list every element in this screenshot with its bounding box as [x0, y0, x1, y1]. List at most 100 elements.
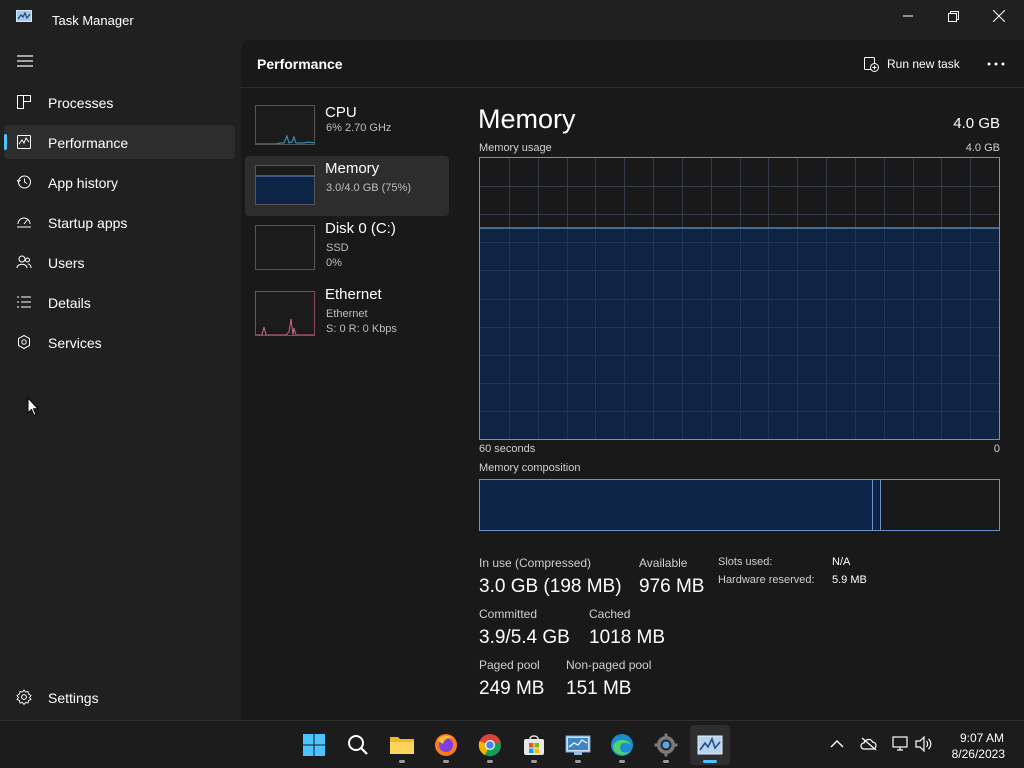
nav-item-details[interactable]: Details — [4, 285, 235, 319]
cached-value: 1018 MB — [589, 627, 666, 648]
settings-icon — [16, 689, 32, 705]
title-bar: Task Manager — [0, 0, 1024, 40]
onedrive-button[interactable] — [860, 735, 878, 753]
restore-icon — [947, 10, 959, 22]
chrome-button[interactable] — [470, 725, 510, 765]
memory-usage-graph — [479, 157, 1000, 440]
nav-item-users[interactable]: Users — [4, 245, 235, 279]
network-icon — [892, 736, 908, 751]
restore-button[interactable] — [930, 0, 976, 32]
running-indicator — [531, 760, 537, 763]
services-icon — [18, 334, 30, 350]
running-indicator — [399, 760, 405, 763]
control-panel-icon — [565, 735, 591, 755]
volume-button[interactable] — [915, 735, 933, 753]
task-manager-button[interactable] — [690, 725, 730, 765]
file-explorer-icon — [390, 737, 414, 754]
memory-composition-bar — [479, 479, 1000, 531]
memory-thumbnail-graph — [255, 165, 315, 205]
detail-title: Memory — [478, 104, 576, 134]
axis-min-label: 0 — [993, 443, 1000, 455]
cached-label: Cached — [589, 607, 631, 621]
nav-item-processes[interactable]: Processes — [4, 85, 235, 119]
resource-name: Disk 0 (C:) — [325, 220, 396, 237]
control-panel-button[interactable] — [558, 725, 598, 765]
resource-name: Ethernet — [325, 286, 382, 303]
nav-item-services[interactable]: Services — [4, 325, 235, 359]
run-task-icon — [864, 57, 879, 72]
nav-item-performance[interactable]: Performance — [4, 125, 235, 159]
store-icon — [524, 735, 544, 755]
resource-detail: SSD — [326, 242, 349, 254]
resource-name: Memory — [325, 160, 380, 177]
nav-item-app-history[interactable]: App history — [4, 165, 235, 199]
slots-used-label: Slots used: — [718, 556, 773, 568]
resource-item-memory[interactable]: Memory 3.0/4.0 GB (75%) — [245, 156, 449, 216]
settings-gear-icon — [654, 733, 678, 757]
settings-button[interactable] — [646, 725, 686, 765]
nav-item-label: Performance — [48, 135, 129, 151]
resource-item-cpu[interactable]: CPU 6% 2.70 GHz — [245, 100, 449, 160]
total-memory: 4.0 GB — [953, 115, 1000, 132]
composition-modified — [873, 480, 879, 530]
clock-date[interactable]: 8/26/2023 — [952, 747, 1005, 761]
time-span-label: 60 seconds — [479, 443, 536, 455]
resource-detail: Ethernet — [326, 308, 368, 320]
non-paged-pool-label: Non-paged pool — [566, 658, 652, 672]
network-button[interactable] — [892, 735, 910, 753]
more-options-icon[interactable] — [985, 54, 1007, 74]
firefox-icon — [435, 734, 457, 756]
running-indicator — [575, 760, 581, 763]
nav-item-settings[interactable]: Settings — [4, 680, 235, 714]
nav-item-label: Services — [48, 335, 102, 351]
main-pane: Performance Run new task CPU 6% 2.70 GHz — [241, 40, 1024, 720]
paged-pool-label: Paged pool — [479, 658, 540, 672]
details-icon — [17, 296, 31, 308]
committed-value: 3.9/5.4 GB — [479, 627, 570, 648]
show-hidden-icons-button[interactable] — [828, 735, 846, 753]
file-explorer-button[interactable] — [382, 725, 422, 765]
chevron-up-icon — [830, 740, 844, 748]
store-button[interactable] — [514, 725, 554, 765]
clock-time[interactable]: 9:07 AM — [960, 731, 1004, 745]
resource-detail: S: 0 R: 0 Kbps — [326, 323, 397, 335]
slots-used-value: N/A — [832, 556, 851, 568]
running-indicator — [487, 760, 493, 763]
nav-item-label: Settings — [48, 690, 99, 706]
memory-composition-label: Memory composition — [479, 462, 581, 474]
chrome-icon — [478, 734, 501, 757]
nav-item-startup-apps[interactable]: Startup apps — [4, 205, 235, 239]
edge-button[interactable] — [602, 725, 642, 765]
edge-icon — [611, 734, 633, 756]
resource-item-disk[interactable]: Disk 0 (C:) SSD 0% — [245, 216, 449, 276]
resource-item-ethernet[interactable]: Ethernet Ethernet S: 0 R: 0 Kbps — [245, 282, 449, 342]
start-button[interactable] — [294, 725, 334, 765]
firefox-button[interactable] — [426, 725, 466, 765]
taskbar: 9:07 AM 8/26/2023 — [0, 720, 1024, 768]
resource-detail: 6% 2.70 GHz — [326, 122, 392, 134]
ethernet-thumbnail-graph — [255, 291, 315, 336]
cloud-offline-icon — [860, 737, 877, 751]
nav-item-label: Processes — [48, 95, 114, 111]
volume-icon — [915, 736, 932, 752]
composition-in-use — [480, 480, 872, 530]
run-new-task-button[interactable]: Run new task — [863, 54, 960, 74]
minimize-button[interactable] — [885, 0, 931, 32]
close-button[interactable] — [976, 0, 1022, 32]
paged-pool-value: 249 MB — [479, 678, 545, 699]
nav-item-label: Details — [48, 295, 91, 311]
hamburger-menu-icon[interactable] — [16, 54, 34, 68]
search-icon — [348, 735, 368, 755]
disk-thumbnail-graph — [255, 225, 315, 270]
nav-item-label: Startup apps — [48, 215, 128, 231]
users-icon — [16, 255, 32, 269]
startup-icon — [17, 217, 31, 228]
running-indicator — [443, 760, 449, 763]
mouse-cursor-icon — [27, 397, 39, 417]
hardware-reserved-label: Hardware reserved: — [718, 574, 815, 586]
search-button[interactable] — [338, 725, 378, 765]
running-indicator — [703, 760, 717, 763]
memory-usage-area — [480, 228, 999, 439]
memory-usage-max: 4.0 GB — [965, 142, 1000, 154]
window-title: Task Manager — [52, 13, 134, 28]
